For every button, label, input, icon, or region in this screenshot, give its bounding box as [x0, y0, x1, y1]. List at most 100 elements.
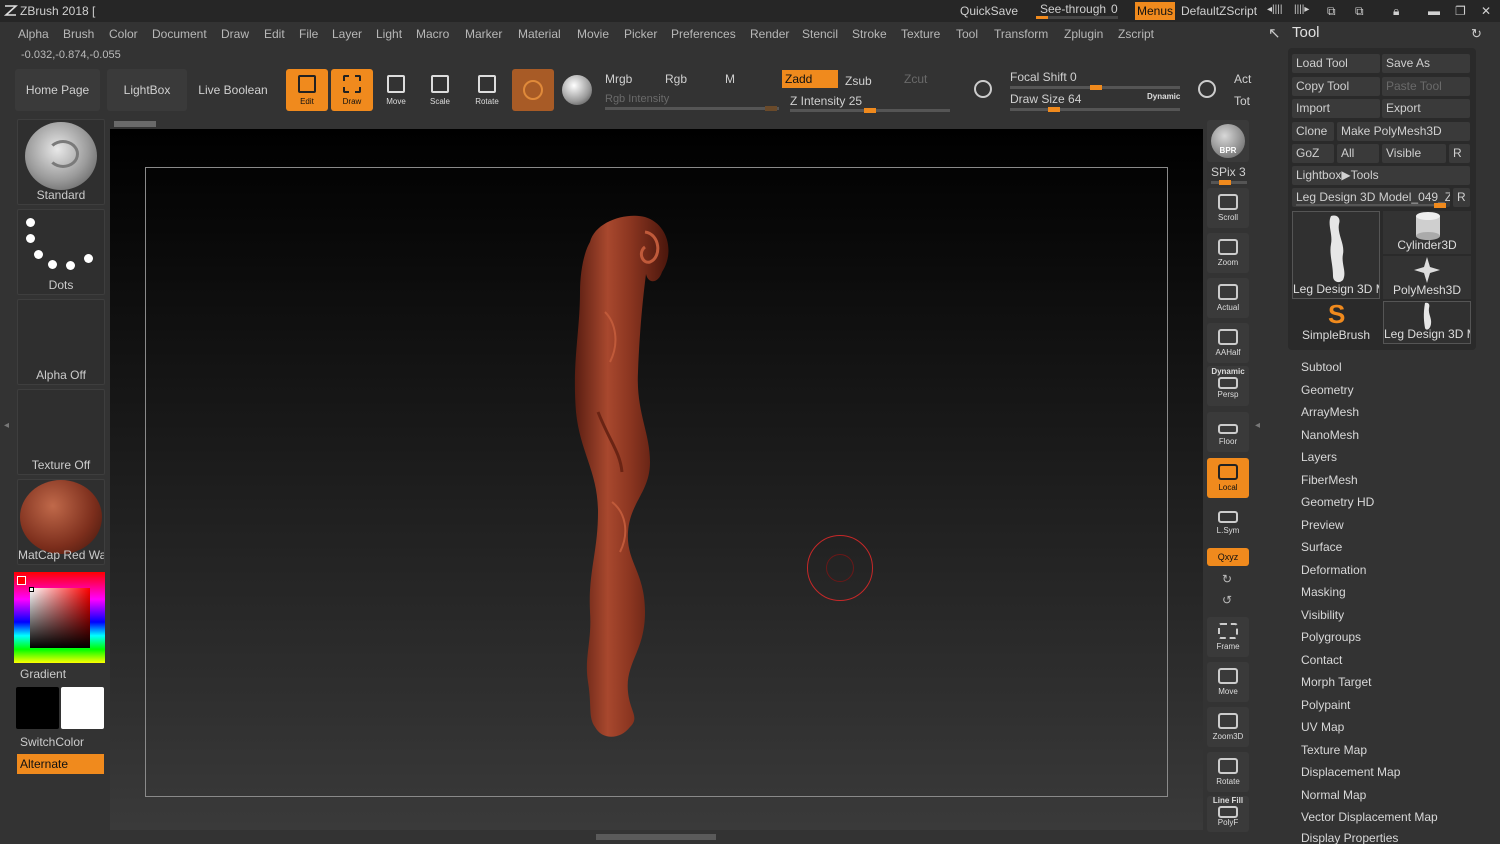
subpalette-geometry-hd[interactable]: Geometry HD — [1301, 495, 1374, 509]
stroke-selector[interactable]: Dots — [17, 209, 105, 295]
lightbox-tools-button[interactable]: Lightbox▶Tools — [1292, 166, 1470, 185]
move-button[interactable]: Move — [375, 69, 417, 111]
sphere-material-icon[interactable] — [562, 75, 592, 105]
goz-all-button[interactable]: All — [1337, 144, 1379, 163]
color-picker[interactable] — [14, 572, 105, 663]
menu-draw[interactable]: Draw — [221, 27, 249, 41]
polyf-button[interactable]: Line Fill PolyF — [1207, 796, 1249, 832]
zadd-button[interactable]: Zadd — [782, 70, 838, 88]
right-tray-arrow-icon[interactable]: ◂ — [1255, 420, 1260, 431]
xyz-button[interactable]: Qxyz — [1207, 548, 1249, 566]
menu-light[interactable]: Light — [376, 27, 402, 41]
tool-palette-title[interactable]: Tool — [1292, 24, 1320, 41]
gradient-label[interactable]: Gradient — [20, 667, 66, 681]
menu-color[interactable]: Color — [109, 27, 138, 41]
leg-model[interactable] — [550, 212, 680, 747]
live-boolean-button[interactable]: Live Boolean — [192, 69, 274, 111]
floor-button[interactable]: Floor — [1207, 412, 1249, 452]
rotate-y-icon[interactable]: ↻ — [1222, 572, 1232, 586]
material-quick-button[interactable] — [512, 69, 554, 111]
texture-selector[interactable]: Texture Off — [17, 389, 105, 475]
menu-alpha[interactable]: Alpha — [18, 27, 49, 41]
tool-thumb-leg-design[interactable]: Leg Design 3D M — [1292, 211, 1380, 299]
home-page-button[interactable]: Home Page — [15, 69, 100, 111]
menu-file[interactable]: File — [299, 27, 318, 41]
subpalette-visibility[interactable]: Visibility — [1301, 608, 1344, 622]
focal-shift-slider[interactable]: Focal Shift 0 — [1010, 70, 1077, 84]
goz-r-button[interactable]: R — [1449, 144, 1470, 163]
subpalette-vector-displacement-map[interactable]: Vector Displacement Map — [1301, 810, 1438, 824]
layout2-icon[interactable]: ⧉ — [1355, 4, 1364, 19]
tool-thumb-polymesh3d[interactable]: PolyMesh3D — [1383, 256, 1471, 299]
load-tool-button[interactable]: Load Tool — [1292, 54, 1380, 73]
export-button[interactable]: Export — [1382, 99, 1470, 118]
menu-document[interactable]: Document — [152, 27, 207, 41]
subpalette-contact[interactable]: Contact — [1301, 653, 1342, 667]
lock-icon[interactable]: 🔒︎ — [1393, 4, 1399, 19]
subpalette-morph-target[interactable]: Morph Target — [1301, 675, 1371, 689]
menu-texture[interactable]: Texture — [901, 27, 940, 41]
close-icon[interactable]: ✕ — [1481, 4, 1491, 18]
clone-button[interactable]: Clone — [1292, 122, 1334, 141]
copy-tool-button[interactable]: Copy Tool — [1292, 77, 1380, 96]
layout-icon[interactable]: ⧉ — [1327, 4, 1336, 19]
edit-button[interactable]: Edit — [286, 69, 328, 111]
lsym-button[interactable]: L.Sym — [1207, 505, 1249, 545]
menu-transform[interactable]: Transform — [994, 27, 1048, 41]
persp-button[interactable]: Dynamic Persp — [1207, 366, 1249, 406]
scroll-button[interactable]: Scroll — [1207, 188, 1249, 228]
current-tool-track[interactable] — [1296, 203, 1446, 208]
see-through-label[interactable]: See-through — [1040, 2, 1106, 16]
subpalette-polygroups[interactable]: Polygroups — [1301, 630, 1361, 644]
switch-color-button[interactable]: SwitchColor — [20, 735, 84, 749]
see-through-slider[interactable] — [1036, 16, 1118, 19]
menu-preferences[interactable]: Preferences — [671, 27, 736, 41]
palette-reset-icon[interactable]: ↻ — [1471, 26, 1482, 42]
mrgb-button[interactable]: Mrgb — [605, 72, 632, 86]
menu-picker[interactable]: Picker — [624, 27, 657, 41]
color-saturation-square[interactable] — [30, 588, 90, 648]
left-tray-arrow-icon[interactable]: ◂ — [4, 420, 9, 431]
alternate-button[interactable]: Alternate — [17, 754, 104, 774]
m-button[interactable]: M — [725, 72, 735, 86]
z-intensity-track[interactable] — [790, 108, 950, 113]
main-color-swatch[interactable] — [16, 687, 59, 729]
menu-layer[interactable]: Layer — [332, 27, 362, 41]
goz-visible-button[interactable]: Visible — [1382, 144, 1446, 163]
draw-size-icon-button[interactable] — [1190, 70, 1224, 110]
import-button[interactable]: Import — [1292, 99, 1380, 118]
tool-r-button[interactable]: R — [1453, 188, 1470, 207]
subpalette-fibermesh[interactable]: FiberMesh — [1301, 473, 1358, 487]
make-polymesh3d-button[interactable]: Make PolyMesh3D — [1337, 122, 1470, 141]
actual-button[interactable]: Actual — [1207, 278, 1249, 318]
tool-thumb-cylinder3d[interactable]: Cylinder3D — [1383, 211, 1471, 254]
subpalette-normal-map[interactable]: Normal Map — [1301, 788, 1366, 802]
draw-size-track[interactable] — [1010, 107, 1180, 112]
zoom-button[interactable]: Zoom — [1207, 233, 1249, 273]
subpalette-arraymesh[interactable]: ArrayMesh — [1301, 405, 1359, 419]
zoom3d-button[interactable]: Zoom3D — [1207, 707, 1249, 747]
canvas-viewport[interactable] — [110, 129, 1203, 830]
rgb-intensity-slider[interactable]: Rgb Intensity — [605, 93, 669, 105]
minimize-icon[interactable]: ▬ — [1428, 4, 1440, 18]
tool-thumb-simplebrush[interactable]: S SimpleBrush — [1292, 301, 1380, 344]
subpalette-geometry[interactable]: Geometry — [1301, 383, 1354, 397]
subpalette-surface[interactable]: Surface — [1301, 540, 1342, 554]
menu-movie[interactable]: Movie — [577, 27, 609, 41]
menu-zscript[interactable]: Zscript — [1118, 27, 1154, 41]
local-button[interactable]: Local — [1207, 458, 1249, 498]
menu-render[interactable]: Render — [750, 27, 789, 41]
bottom-tray-handle[interactable] — [596, 834, 716, 840]
menu-edit[interactable]: Edit — [264, 27, 285, 41]
rgb-intensity-track[interactable] — [605, 106, 779, 111]
tool-thumb-leg-design-2[interactable]: Leg Design 3D M — [1383, 301, 1471, 344]
scale-button[interactable]: Scale — [419, 69, 461, 111]
maximize-icon[interactable]: ❐ — [1455, 4, 1466, 18]
subpalette-nanomesh[interactable]: NanoMesh — [1301, 428, 1359, 442]
save-as-button[interactable]: Save As — [1382, 54, 1470, 73]
zcut-button[interactable]: Zcut — [904, 72, 927, 86]
subpalette-layers[interactable]: Layers — [1301, 450, 1337, 464]
subpalette-preview[interactable]: Preview — [1301, 518, 1344, 532]
default-zscript-button[interactable]: DefaultZScript — [1181, 4, 1257, 18]
paste-tool-button[interactable]: Paste Tool — [1382, 77, 1470, 96]
